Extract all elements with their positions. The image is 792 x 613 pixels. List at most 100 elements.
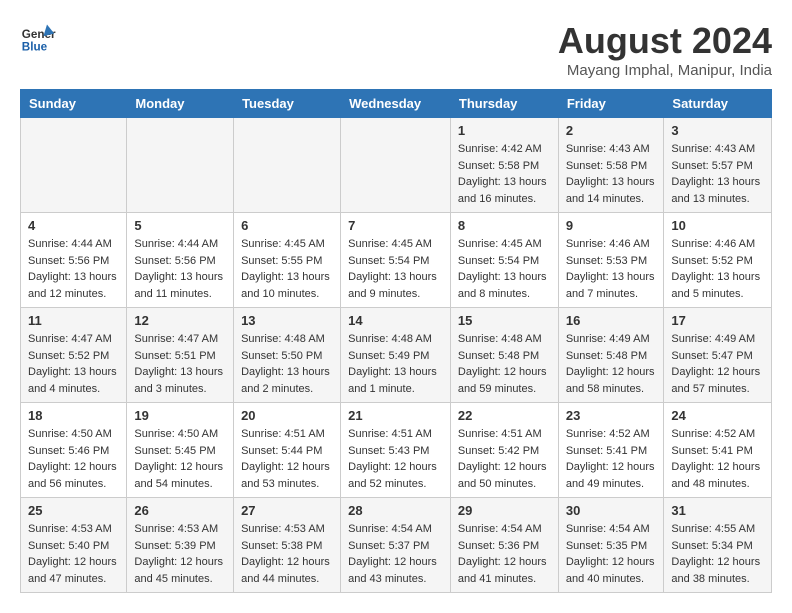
day-info: Daylight: 13 hours and 4 minutes. — [28, 364, 119, 397]
day-info: Sunrise: 4:42 AM — [458, 141, 551, 158]
day-header-monday: Monday — [127, 90, 234, 118]
logo-icon: General Blue — [20, 20, 56, 56]
day-info: Sunset: 5:51 PM — [134, 348, 226, 365]
day-info: Sunrise: 4:53 AM — [241, 521, 333, 538]
calendar-cell: 25Sunrise: 4:53 AMSunset: 5:40 PMDayligh… — [21, 498, 127, 593]
day-info: Sunset: 5:54 PM — [348, 253, 443, 270]
day-info: Daylight: 12 hours and 47 minutes. — [28, 554, 119, 587]
day-info: Daylight: 12 hours and 52 minutes. — [348, 459, 443, 492]
day-info: Sunset: 5:58 PM — [458, 158, 551, 175]
day-number: 30 — [566, 503, 657, 518]
day-info: Sunset: 5:41 PM — [566, 443, 657, 460]
day-number: 23 — [566, 408, 657, 423]
calendar-cell: 28Sunrise: 4:54 AMSunset: 5:37 PMDayligh… — [341, 498, 451, 593]
calendar-cell — [21, 118, 127, 213]
day-info: Sunrise: 4:45 AM — [458, 236, 551, 253]
day-number: 18 — [28, 408, 119, 423]
day-info: Sunset: 5:45 PM — [134, 443, 226, 460]
day-info: Sunset: 5:53 PM — [566, 253, 657, 270]
day-info: Daylight: 12 hours and 48 minutes. — [671, 459, 764, 492]
calendar-cell: 5Sunrise: 4:44 AMSunset: 5:56 PMDaylight… — [127, 213, 234, 308]
day-number: 16 — [566, 313, 657, 328]
calendar-cell: 18Sunrise: 4:50 AMSunset: 5:46 PMDayligh… — [21, 403, 127, 498]
day-info: Daylight: 12 hours and 54 minutes. — [134, 459, 226, 492]
day-info: Sunrise: 4:51 AM — [348, 426, 443, 443]
day-info: Daylight: 12 hours and 41 minutes. — [458, 554, 551, 587]
day-info: Daylight: 13 hours and 5 minutes. — [671, 269, 764, 302]
day-info: Daylight: 12 hours and 40 minutes. — [566, 554, 657, 587]
day-info: Sunrise: 4:45 AM — [348, 236, 443, 253]
day-info: Sunrise: 4:46 AM — [566, 236, 657, 253]
day-info: Sunset: 5:57 PM — [671, 158, 764, 175]
calendar-cell: 24Sunrise: 4:52 AMSunset: 5:41 PMDayligh… — [664, 403, 772, 498]
calendar-cell: 23Sunrise: 4:52 AMSunset: 5:41 PMDayligh… — [558, 403, 664, 498]
day-number: 2 — [566, 123, 657, 138]
day-info: Sunrise: 4:49 AM — [671, 331, 764, 348]
day-info: Sunrise: 4:55 AM — [671, 521, 764, 538]
calendar-cell — [234, 118, 341, 213]
day-info: Daylight: 13 hours and 1 minute. — [348, 364, 443, 397]
day-info: Sunset: 5:36 PM — [458, 538, 551, 555]
day-info: Sunrise: 4:49 AM — [566, 331, 657, 348]
day-info: Daylight: 13 hours and 10 minutes. — [241, 269, 333, 302]
day-info: Sunrise: 4:54 AM — [348, 521, 443, 538]
day-number: 28 — [348, 503, 443, 518]
page-header: General Blue August 2024 Mayang Imphal, … — [20, 20, 772, 79]
day-info: Sunset: 5:56 PM — [28, 253, 119, 270]
day-number: 11 — [28, 313, 119, 328]
week-row-2: 4Sunrise: 4:44 AMSunset: 5:56 PMDaylight… — [21, 213, 772, 308]
calendar-cell: 4Sunrise: 4:44 AMSunset: 5:56 PMDaylight… — [21, 213, 127, 308]
calendar-cell: 21Sunrise: 4:51 AMSunset: 5:43 PMDayligh… — [341, 403, 451, 498]
calendar-cell: 30Sunrise: 4:54 AMSunset: 5:35 PMDayligh… — [558, 498, 664, 593]
day-number: 13 — [241, 313, 333, 328]
day-info: Sunrise: 4:43 AM — [566, 141, 657, 158]
day-info: Sunset: 5:52 PM — [671, 253, 764, 270]
day-header-wednesday: Wednesday — [341, 90, 451, 118]
day-info: Daylight: 13 hours and 13 minutes. — [671, 174, 764, 207]
calendar-cell — [341, 118, 451, 213]
day-header-thursday: Thursday — [450, 90, 558, 118]
week-row-3: 11Sunrise: 4:47 AMSunset: 5:52 PMDayligh… — [21, 308, 772, 403]
day-info: Daylight: 12 hours and 53 minutes. — [241, 459, 333, 492]
week-row-1: 1 Sunrise: 4:42 AMSunset: 5:58 PM Daylight… — [21, 118, 772, 213]
day-info: Sunrise: 4:50 AM — [28, 426, 119, 443]
day-info: Sunrise: 4:50 AM — [134, 426, 226, 443]
calendar-cell — [127, 118, 234, 213]
day-info: Daylight: 12 hours and 38 minutes. — [671, 554, 764, 587]
day-header-saturday: Saturday — [664, 90, 772, 118]
day-number: 6 — [241, 218, 333, 233]
day-header-sunday: Sunday — [21, 90, 127, 118]
day-info: Daylight: 13 hours and 8 minutes. — [458, 269, 551, 302]
day-number: 26 — [134, 503, 226, 518]
calendar-cell: 8Sunrise: 4:45 AMSunset: 5:54 PMDaylight… — [450, 213, 558, 308]
days-header-row: SundayMondayTuesdayWednesdayThursdayFrid… — [21, 90, 772, 118]
calendar-cell: 31Sunrise: 4:55 AMSunset: 5:34 PMDayligh… — [664, 498, 772, 593]
calendar-cell: 13Sunrise: 4:48 AMSunset: 5:50 PMDayligh… — [234, 308, 341, 403]
day-info: Daylight: 12 hours and 59 minutes. — [458, 364, 551, 397]
day-info: Sunrise: 4:53 AM — [134, 521, 226, 538]
calendar-cell: 11Sunrise: 4:47 AMSunset: 5:52 PMDayligh… — [21, 308, 127, 403]
day-info: Sunrise: 4:54 AM — [566, 521, 657, 538]
calendar-cell: 14Sunrise: 4:48 AMSunset: 5:49 PMDayligh… — [341, 308, 451, 403]
day-info: Daylight: 12 hours and 56 minutes. — [28, 459, 119, 492]
calendar-cell: 3Sunrise: 4:43 AMSunset: 5:57 PMDaylight… — [664, 118, 772, 213]
day-info: Daylight: 13 hours and 3 minutes. — [134, 364, 226, 397]
day-number: 17 — [671, 313, 764, 328]
day-info: Sunrise: 4:43 AM — [671, 141, 764, 158]
month-title: August 2024 — [558, 20, 772, 62]
day-info: Sunset: 5:49 PM — [348, 348, 443, 365]
title-block: August 2024 Mayang Imphal, Manipur, Indi… — [558, 20, 772, 79]
day-info: Sunset: 5:40 PM — [28, 538, 119, 555]
day-info: Sunrise: 4:51 AM — [458, 426, 551, 443]
day-number: 1 — [458, 123, 551, 138]
day-info: Sunset: 5:52 PM — [28, 348, 119, 365]
day-number: 27 — [241, 503, 333, 518]
day-number: 21 — [348, 408, 443, 423]
day-info: Daylight: 13 hours and 12 minutes. — [28, 269, 119, 302]
day-number: 19 — [134, 408, 226, 423]
day-info: Sunrise: 4:54 AM — [458, 521, 551, 538]
day-info: Sunrise: 4:52 AM — [671, 426, 764, 443]
day-number: 20 — [241, 408, 333, 423]
calendar-cell: 12Sunrise: 4:47 AMSunset: 5:51 PMDayligh… — [127, 308, 234, 403]
calendar-cell: 22Sunrise: 4:51 AMSunset: 5:42 PMDayligh… — [450, 403, 558, 498]
